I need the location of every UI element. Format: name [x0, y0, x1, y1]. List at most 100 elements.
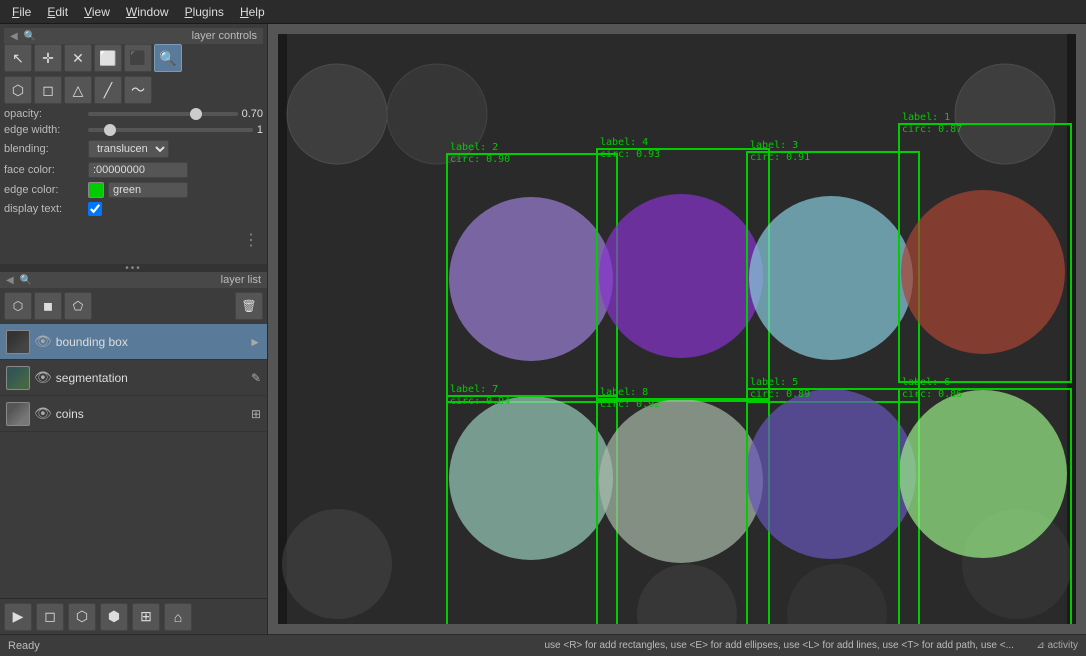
remove-tool-btn[interactable]: ✕ — [64, 44, 92, 72]
canvas-area[interactable]: label: 2 circ: 0.90 label: 4 circ: 0.93 … — [268, 24, 1086, 634]
rect-tool-btn[interactable]: ◻ — [34, 76, 62, 104]
display-text-row: display text: — [4, 202, 263, 216]
display-text-checkbox[interactable] — [88, 202, 102, 216]
layer-list-titlebar: ◀ 🔍 layer list — [0, 272, 267, 288]
layer-type-icon-bounding-box: ► — [249, 335, 261, 349]
layer-thumb-segmentation — [6, 366, 30, 390]
edge-width-value: 1 — [257, 124, 263, 136]
face-color-input[interactable] — [88, 162, 188, 178]
svg-text:label: 8: label: 8 — [600, 387, 648, 398]
svg-text:label: 7: label: 7 — [450, 384, 498, 395]
rotate-tool-btn[interactable]: ⬛ — [124, 44, 152, 72]
edge-color-swatch[interactable] — [88, 182, 104, 198]
select-tool-btn[interactable]: ⬜ — [94, 44, 122, 72]
edge-color-input[interactable] — [108, 182, 188, 198]
svg-text:circ: 0.89: circ: 0.89 — [750, 389, 810, 400]
tool-row-1: ↖ ✛ ✕ ⬜ ⬛ 🔍 — [4, 44, 263, 72]
new-points-layer-btn[interactable]: ⬡ — [4, 292, 32, 320]
controls-extra: ⋮ — [4, 220, 263, 260]
svg-text:circ: 0.91: circ: 0.91 — [750, 152, 810, 163]
statusbar: Ready use <R> for add rectangles, use <E… — [0, 634, 1086, 656]
menu-file[interactable]: File — [4, 3, 39, 21]
edge-width-row: edge width: 1 — [4, 124, 263, 136]
new-labels-layer-btn[interactable]: ⬠ — [64, 292, 92, 320]
layer-controls-header-icons: ◀ 🔍 — [10, 31, 36, 42]
layer-name-coins: coins — [56, 407, 247, 421]
status-text: Ready — [8, 640, 522, 652]
layer-list-scroll-icon: ◀ — [6, 275, 14, 286]
edge-width-slider[interactable] — [88, 128, 253, 132]
home-btn[interactable]: ⌂ — [164, 603, 192, 631]
export-btn[interactable]: ⬢ — [100, 603, 128, 631]
delete-layer-btn[interactable]: 🗑 — [235, 292, 263, 320]
layer-item-bounding-box[interactable]: 👁 bounding box ► — [0, 324, 267, 360]
menu-help[interactable]: Help — [232, 3, 273, 21]
svg-text:circ: 0.90: circ: 0.90 — [450, 154, 510, 165]
menubar: File Edit View Window Plugins Help — [0, 0, 1086, 24]
edge-color-row: edge color: — [4, 182, 263, 198]
face-color-row: face color: — [4, 162, 263, 178]
blending-label: blending: — [4, 143, 84, 155]
main-area: ◀ 🔍 layer controls ↖ ✛ ✕ ⬜ ⬛ 🔍 ⬡ ◻ △ ╱ 〜 — [0, 24, 1086, 634]
layer-tool-buttons: ⬡ ◼ ⬠ 🗑 — [0, 288, 267, 324]
layer-name-bounding-box: bounding box — [56, 335, 245, 349]
move-tool-btn[interactable]: ↖ — [4, 44, 32, 72]
opacity-label: opacity: — [4, 108, 84, 120]
console-btn[interactable]: ▶ — [4, 603, 32, 631]
layer-item-coins[interactable]: 👁 coins ⊞ — [0, 396, 267, 432]
layer-controls-panel: ◀ 🔍 layer controls ↖ ✛ ✕ ⬜ ⬛ 🔍 ⬡ ◻ △ ╱ 〜 — [0, 24, 267, 264]
edge-color-label: edge color: — [4, 184, 84, 196]
display-text-label: display text: — [4, 203, 84, 215]
path-tool-btn[interactable]: 〜 — [124, 76, 152, 104]
opacity-value: 0.70 — [242, 108, 263, 120]
layer-list-header-icons: ◀ 🔍 — [6, 275, 32, 286]
svg-text:label: 6: label: 6 — [902, 377, 950, 388]
new-shapes-layer-btn[interactable]: ◼ — [34, 292, 62, 320]
layer-type-icon-coins: ⊞ — [251, 407, 261, 421]
svg-text:circ: 0.92: circ: 0.92 — [600, 399, 660, 410]
opacity-slider[interactable] — [88, 112, 238, 116]
svg-text:label: 4: label: 4 — [600, 137, 648, 148]
face-color-label: face color: — [4, 164, 84, 176]
blending-row: blending: translucen opaque additive — [4, 140, 263, 158]
canvas-container: label: 2 circ: 0.90 label: 4 circ: 0.93 … — [278, 34, 1076, 624]
bottom-toolbar: ▶ ◻ ⬡ ⬢ ⊞ ⌂ — [0, 598, 267, 634]
window-btn[interactable]: ◻ — [36, 603, 64, 631]
svg-text:label: 2: label: 2 — [450, 142, 498, 153]
status-activity[interactable]: ⊿ activity — [1036, 640, 1078, 651]
layer-list-title: layer list — [221, 274, 261, 286]
cube-btn[interactable]: ⬡ — [68, 603, 96, 631]
layer-item-segmentation[interactable]: 👁 segmentation ✎ — [0, 360, 267, 396]
status-hint: use <R> for add rectangles, use <E> for … — [522, 640, 1036, 651]
blending-select[interactable]: translucen opaque additive — [88, 140, 169, 158]
visibility-icon-segmentation[interactable]: 👁 — [34, 369, 52, 386]
line-tool-btn[interactable]: ╱ — [94, 76, 122, 104]
svg-text:label: 5: label: 5 — [750, 377, 798, 388]
canvas-svg: label: 2 circ: 0.90 label: 4 circ: 0.93 … — [278, 34, 1076, 624]
triangle-tool-btn[interactable]: △ — [64, 76, 92, 104]
menu-window[interactable]: Window — [118, 3, 177, 21]
panel-divider[interactable]: ••• — [0, 264, 267, 272]
polygon-tool-btn[interactable]: ⬡ — [4, 76, 32, 104]
svg-text:circ: 0.94: circ: 0.94 — [450, 396, 510, 407]
tool-row-2: ⬡ ◻ △ ╱ 〜 — [4, 76, 263, 104]
visibility-icon-bounding-box[interactable]: 👁 — [34, 333, 52, 350]
layer-controls-titlebar: ◀ 🔍 layer controls — [4, 28, 263, 44]
layer-thumb-coins — [6, 402, 30, 426]
add-tool-btn[interactable]: ✛ — [34, 44, 62, 72]
edge-width-label: edge width: — [4, 124, 84, 136]
layer-type-icon-segmentation: ✎ — [251, 371, 261, 385]
layer-name-segmentation: segmentation — [56, 371, 247, 385]
more-options-icon[interactable]: ⋮ — [243, 230, 259, 250]
grid-btn[interactable]: ⊞ — [132, 603, 160, 631]
svg-text:label: 3: label: 3 — [750, 140, 798, 151]
menu-plugins[interactable]: Plugins — [177, 3, 232, 21]
menu-view[interactable]: View — [76, 3, 118, 21]
svg-text:label: 1: label: 1 — [902, 112, 950, 123]
visibility-icon-coins[interactable]: 👁 — [34, 405, 52, 422]
search-tool-btn[interactable]: 🔍 — [154, 44, 182, 72]
svg-text:circ: 0.93: circ: 0.93 — [600, 149, 660, 160]
layer-list-panel: ◀ 🔍 layer list ⬡ ◼ ⬠ 🗑 👁 bounding box ► — [0, 272, 267, 598]
layer-thumb-bounding-box — [6, 330, 30, 354]
menu-edit[interactable]: Edit — [39, 3, 76, 21]
